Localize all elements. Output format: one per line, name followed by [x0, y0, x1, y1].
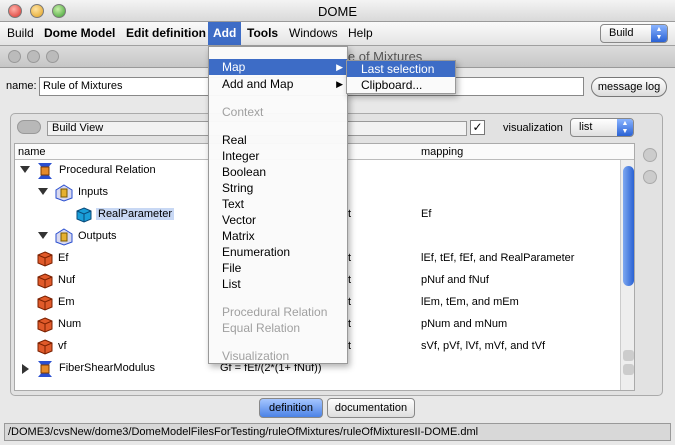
visualization-label: visualization	[503, 122, 563, 134]
real-parameter-icon	[37, 317, 53, 333]
row-name: vf	[58, 340, 67, 352]
row-name: Outputs	[78, 230, 117, 242]
menu-item-file[interactable]: File	[209, 260, 347, 276]
map-submenu: Last selection Clipboard...	[346, 60, 456, 94]
menu-item-integer[interactable]: Integer	[209, 148, 347, 164]
row-middle: t	[348, 252, 352, 264]
menu-item-real[interactable]: Real	[209, 132, 347, 148]
row-mapping: pNuf and fNuf	[421, 274, 489, 286]
visualization-select[interactable]: list ▲ ▼	[570, 118, 634, 137]
row-name: Ef	[58, 252, 69, 264]
inner-minimize-button[interactable]	[27, 50, 40, 63]
submenu-item-last-selection[interactable]: Last selection	[347, 61, 455, 77]
folder-icon	[55, 184, 73, 202]
row-middle: t	[348, 208, 352, 220]
row-name: FiberShearModulus	[59, 362, 155, 374]
menu-item-boolean[interactable]: Boolean	[209, 164, 347, 180]
row-middle: t	[348, 274, 352, 286]
row-mapping: lEf, tEf, fEf, and RealParameter	[421, 252, 575, 264]
checkmark-icon[interactable]: ✓	[470, 120, 485, 135]
move-up-button[interactable]	[643, 148, 657, 162]
window-title: DOME	[318, 4, 357, 19]
menu-dome-model[interactable]: Dome Model	[39, 22, 120, 45]
menu-item-matrix[interactable]: Matrix	[209, 228, 347, 244]
tab-definition[interactable]: definition	[259, 398, 323, 418]
submenu-arrow-icon: ▶	[336, 79, 343, 89]
message-log-button[interactable]: message log	[591, 77, 667, 97]
real-parameter-icon	[37, 295, 53, 311]
menu-help[interactable]: Help	[343, 22, 378, 45]
collapse-triangle-icon[interactable]	[20, 166, 30, 173]
tab-documentation[interactable]: documentation	[327, 398, 415, 418]
window-title-bar: DOME	[0, 0, 675, 22]
scroll-down-arrow[interactable]	[623, 364, 634, 375]
row-middle: t	[348, 340, 352, 352]
procedural-relation-icon	[38, 163, 52, 179]
row-name: Num	[58, 318, 82, 330]
menu-item-add-and-map[interactable]: Add and Map ▶	[209, 76, 347, 92]
procedural-relation-icon	[38, 361, 52, 377]
real-parameter-icon	[37, 273, 53, 289]
menu-item-vector[interactable]: Vector	[209, 212, 347, 228]
mode-select-value: Build	[609, 27, 634, 39]
expand-triangle-icon[interactable]	[22, 364, 29, 374]
row-name: Em	[58, 296, 75, 308]
chevron-updown-icon: ▲ ▼	[651, 25, 667, 42]
scroll-thumb[interactable]	[623, 166, 634, 286]
vertical-scrollbar[interactable]	[620, 160, 634, 390]
menu-bar: Build Dome Model Edit definition Add Too…	[0, 22, 675, 46]
row-middle: t	[348, 296, 352, 308]
menu-build[interactable]: Build	[2, 22, 39, 45]
menu-item-equal-relation: Equal Relation	[222, 321, 301, 335]
menu-item-enumeration[interactable]: Enumeration	[209, 244, 347, 260]
row-name: Inputs	[78, 186, 108, 198]
collapse-triangle-icon[interactable]	[38, 188, 48, 195]
column-header-mapping[interactable]: mapping	[421, 146, 463, 158]
row-mapping: sVf, pVf, lVf, mVf, and tVf	[421, 340, 546, 352]
row-name: Nuf	[58, 274, 76, 286]
menu-item-map[interactable]: Map ▶	[209, 59, 347, 75]
real-parameter-icon	[37, 339, 53, 355]
menu-item-text[interactable]: Text	[209, 196, 347, 212]
row-middle: t	[348, 318, 352, 330]
column-header-name[interactable]: name	[18, 146, 46, 158]
submenu-item-clipboard[interactable]: Clipboard...	[347, 77, 455, 93]
row-mapping: pNum and mNum	[421, 318, 508, 330]
inner-close-button[interactable]	[8, 50, 21, 63]
visualization-select-value: list	[579, 121, 593, 133]
menu-tools[interactable]: Tools	[242, 22, 283, 45]
menu-item-visualization: Visualization	[222, 349, 290, 363]
collapse-triangle-icon[interactable]	[38, 232, 48, 239]
real-parameter-icon	[76, 207, 92, 223]
real-parameter-icon	[37, 251, 53, 267]
folder-icon	[55, 228, 73, 246]
menu-item-label: Add and Map	[222, 77, 294, 91]
menu-item-list[interactable]: List	[209, 276, 347, 292]
inner-zoom-button[interactable]	[46, 50, 59, 63]
menu-add[interactable]: Add	[208, 22, 242, 45]
scroll-up-arrow[interactable]	[623, 350, 634, 361]
menu-item-string[interactable]: String	[209, 180, 347, 196]
row-mapping: Ef	[421, 208, 432, 220]
name-label: name:	[6, 80, 37, 92]
view-back-button[interactable]	[17, 120, 41, 134]
submenu-arrow-icon: ▶	[336, 62, 343, 72]
menu-item-label: Map	[222, 60, 246, 74]
row-mapping: lEm, tEm, and mEm	[421, 296, 519, 308]
row-name: RealParameter	[96, 208, 174, 220]
move-down-button[interactable]	[643, 170, 657, 184]
mode-select[interactable]: Build ▲ ▼	[600, 24, 668, 43]
chevron-updown-icon: ▲ ▼	[617, 119, 633, 136]
menu-item-procedural-relation: Procedural Relation	[222, 305, 328, 319]
add-menu-dropdown: Map ▶ Add and Map ▶ Context Real Integer…	[208, 46, 348, 364]
menu-windows[interactable]: Windows	[284, 22, 343, 45]
file-path-status: /DOME3/cvsNew/dome3/DomeModelFilesForTes…	[4, 423, 671, 441]
menu-item-context: Context	[222, 105, 264, 119]
row-name: Procedural Relation	[59, 164, 156, 176]
menu-edit-definition[interactable]: Edit definition	[121, 22, 211, 45]
